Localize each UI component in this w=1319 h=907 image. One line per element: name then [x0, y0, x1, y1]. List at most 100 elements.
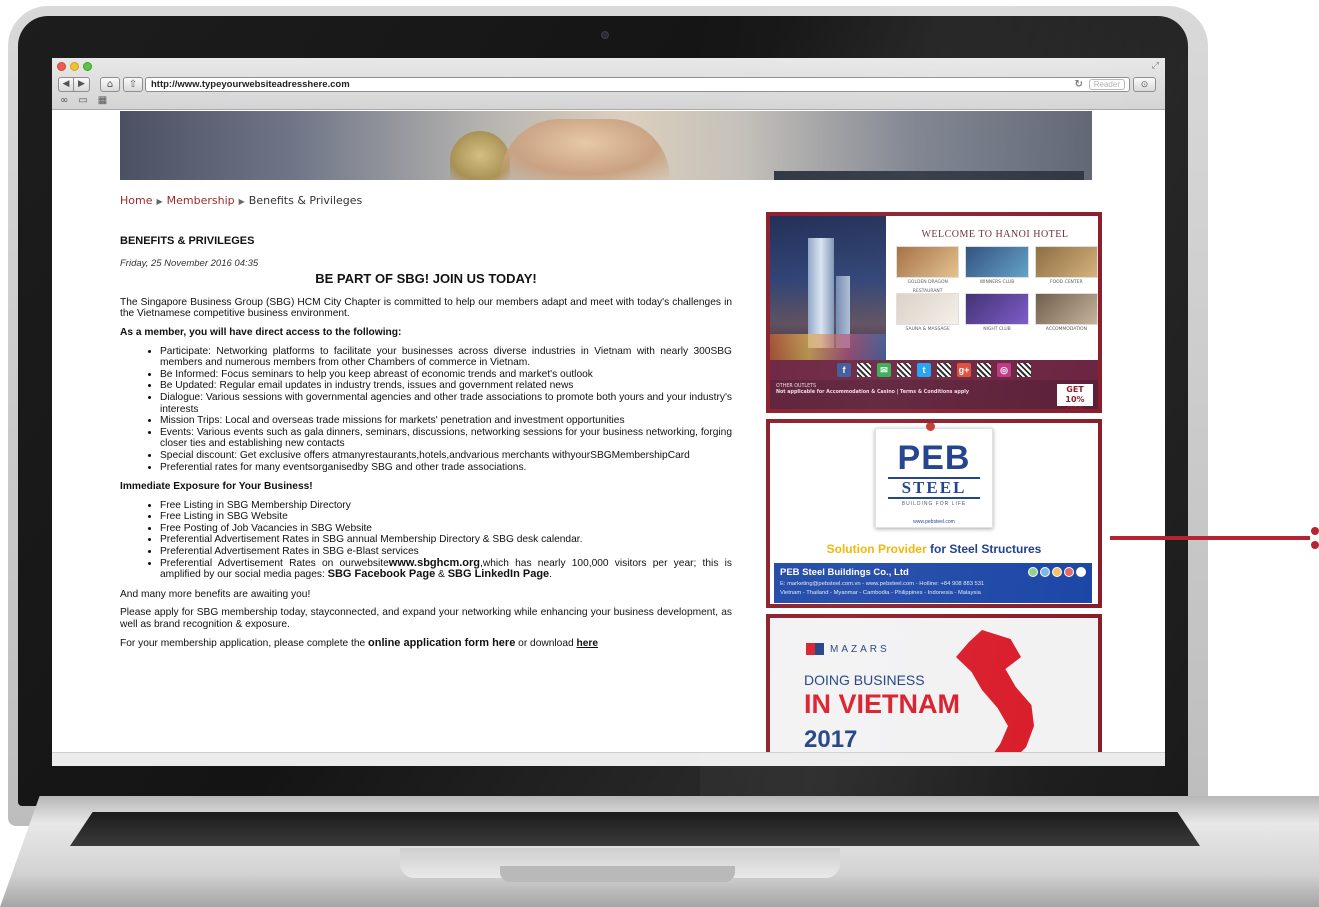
home-button[interactable]: ⌂ [100, 77, 120, 92]
list-item: Be Updated: Regular email updates in ind… [160, 380, 732, 392]
linkedin-page-link[interactable]: SBG LinkedIn Page [448, 568, 549, 580]
browser-window: ⤢ ◀ ▶ ⌂ ⇧ http://www.typeyourwebsiteadre… [52, 58, 1165, 766]
breadcrumb-separator: ▶ [238, 197, 245, 206]
twitter-icon[interactable]: t [917, 363, 931, 377]
hotel-thumb: FOOD CENTER [1034, 246, 1098, 287]
reload-icon[interactable]: ↻ [1075, 78, 1083, 91]
thumb-image [1034, 293, 1098, 325]
hotel-thumb: ACCOMMODATION [1034, 293, 1098, 334]
list-item-text: & [435, 569, 448, 581]
hotel-lights [770, 334, 886, 360]
certification-icon [1076, 567, 1086, 577]
breadcrumb-separator: ▶ [156, 197, 163, 206]
mazars-year: 2017 [804, 726, 858, 753]
hotel-thumb: GOLDEN DRAGON RESTAURANT [896, 246, 960, 294]
history-nav: ◀ ▶ [58, 77, 90, 92]
thumb-image [896, 293, 960, 325]
list-item: Special discount: Get exclusive offers a… [160, 450, 732, 462]
top-sites-icon[interactable]: ▦ [98, 95, 107, 106]
hotel-ad-footer: OTHER OUTLETS Not applicable for Accommo… [770, 380, 1098, 409]
thumb-caption: ACCOMMODATION [1045, 327, 1087, 332]
online-application-link[interactable]: online application form here [368, 637, 515, 649]
article-headline: BE PART OF SBG! JOIN US TODAY! [315, 271, 537, 287]
reading-list-icon[interactable]: ∞ [60, 95, 68, 106]
qr-code-icon [857, 363, 871, 377]
thumb-image [896, 246, 960, 278]
peb-logo-card: PEB STEEL BUILDING FOR LIFE www.pebsteel… [875, 428, 993, 528]
qr-code-icon [1017, 363, 1031, 377]
hotel-footer-terms: Not applicable for Accommodation & Casin… [776, 390, 970, 395]
minimize-window-button[interactable] [70, 62, 79, 71]
facebook-page-link[interactable]: SBG Facebook Page [328, 568, 436, 580]
mazars-headline-2: IN VIETNAM [804, 689, 961, 719]
thumb-image [965, 246, 1029, 278]
list-item: Free Listing in SBG Membership Directory [160, 500, 732, 512]
peb-steel-ad[interactable]: PEB STEEL BUILDING FOR LIFE www.pebsteel… [766, 419, 1102, 608]
zoom-window-button[interactable] [83, 62, 92, 71]
flag-icon [1064, 567, 1074, 577]
application-text: or download [515, 637, 577, 649]
fullscreen-icon[interactable]: ⤢ [1152, 60, 1159, 71]
keyboard [70, 812, 1200, 846]
facebook-icon[interactable]: f [837, 363, 851, 377]
thumb-caption: FOOD CENTER [1050, 280, 1083, 285]
web-page: Home ▶ Membership ▶ Benefits & Privileges BE… [52, 111, 1165, 766]
hotel-building-image [770, 216, 886, 360]
exposure-title: Immediate Exposure for Your Business! [120, 481, 313, 493]
thumb-caption: NIGHT CLUB [983, 327, 1011, 332]
hotel-tower [808, 238, 834, 348]
instagram-icon[interactable]: ◎ [997, 363, 1011, 377]
share-button[interactable]: ⇧ [123, 77, 143, 92]
pointer-dot [1311, 541, 1319, 549]
reader-button[interactable]: Reader [1088, 79, 1125, 90]
wechat-icon[interactable]: ✉ [877, 363, 891, 377]
list-item: Preferential rates for many eventsorgani… [160, 462, 732, 474]
thumb-image [1034, 246, 1098, 278]
application-text: For your membership application, please … [120, 637, 369, 649]
hotel-thumb: NIGHT CLUB [965, 293, 1029, 334]
article-date: Friday, 25 November 2016 04:35 [120, 257, 259, 269]
certification-icon [1040, 567, 1050, 577]
close-window-button[interactable] [57, 62, 66, 71]
mazars-logo-icon [806, 643, 824, 655]
thumb-image [965, 293, 1029, 325]
peb-slogan-highlight: Solution Provider [826, 542, 927, 556]
more-benefits-text: And many more benefits are awaiting you! [120, 588, 311, 600]
article: BENEFITS & PRIVILEGES Friday, 25 Novembe… [120, 235, 732, 656]
downloads-button[interactable]: ⊙ [1133, 77, 1156, 92]
breadcrumb-home[interactable]: Home [120, 194, 152, 207]
breadcrumb-membership[interactable]: Membership [167, 194, 235, 207]
hotel-thumb: SAUNA & MASSAGE [896, 293, 960, 334]
peb-logo-url: www.pebsteel.com [913, 519, 955, 525]
peb-countries: Vietnam - Thailand - Myanmar - Cambodia … [780, 590, 981, 596]
hanoi-hotel-ad[interactable]: WELCOME TO HANOI HOTEL GOLDEN DRAGON RES… [766, 212, 1102, 413]
list-item: Events: Various events such as gala dinn… [160, 427, 732, 450]
apply-text: Please apply for SBG membership today, s… [120, 607, 732, 631]
thumb-caption: WINNERS CLUB [979, 280, 1015, 285]
back-button[interactable]: ◀ [58, 77, 74, 92]
list-item: Free Posting of Job Vacancies in SBG Web… [160, 523, 732, 535]
peb-contact-band: PEB Steel Buildings Co., Ltd E: marketin… [774, 563, 1092, 603]
peb-logo-steel: STEEL [888, 477, 980, 499]
list-item: Mission Trips: Local and overseas trade … [160, 415, 732, 427]
google-plus-icon[interactable]: g+ [957, 363, 971, 377]
hotel-thumbnails: GOLDEN DRAGON RESTAURANT WINNERS CLUB FO… [896, 246, 1098, 334]
hero-banner-image [120, 111, 1092, 180]
peb-logo-text: PEB [897, 439, 971, 477]
hotel-ad-title: WELCOME TO HANOI HOTEL [921, 229, 1069, 240]
download-here-link[interactable]: here [577, 638, 599, 649]
address-bar[interactable]: http://www.typeyourwebsiteadresshere.com… [145, 77, 1130, 92]
address-text: http://www.typeyourwebsiteadresshere.com [151, 79, 350, 90]
certification-icon [1052, 567, 1062, 577]
certification-badges [1028, 567, 1086, 577]
forward-button[interactable]: ▶ [74, 77, 90, 92]
mazars-ad[interactable]: MAZARS DOING BUSINESS IN VIETNAM 2017 [766, 614, 1102, 766]
website-link[interactable]: www.sbghcm.org [389, 557, 480, 569]
thumb-caption: SAUNA & MASSAGE [905, 327, 950, 332]
laptop-notch [500, 866, 735, 882]
list-item: Preferential Advertisement Rates on ourw… [160, 557, 732, 581]
hotel-thumb: WINNERS CLUB [965, 246, 1029, 287]
bookmarks-icon[interactable]: ▭ [78, 95, 87, 106]
discount-badge: GET 10% OFF [1057, 384, 1093, 409]
peb-slogan-rest: for Steel Structures [926, 542, 1042, 556]
